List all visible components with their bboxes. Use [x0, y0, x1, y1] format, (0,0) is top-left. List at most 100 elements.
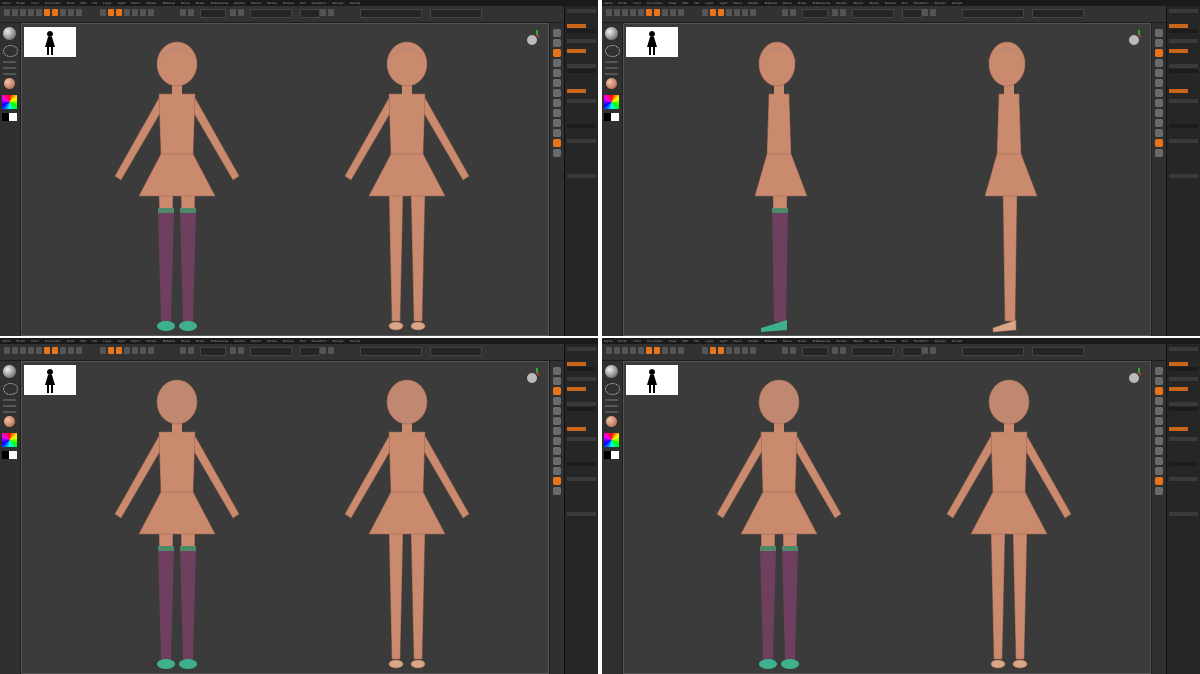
brush-sphere-icon[interactable] — [3, 27, 16, 40]
menu-item[interactable]: Light — [118, 339, 126, 343]
palette-row[interactable] — [1169, 367, 1198, 371]
palette-row[interactable] — [567, 582, 596, 586]
toolbar-button[interactable] — [60, 347, 66, 354]
palette-row[interactable] — [567, 79, 596, 83]
palette-row[interactable] — [1169, 129, 1198, 133]
palette-row[interactable] — [567, 269, 596, 273]
palette-row[interactable] — [567, 537, 596, 541]
palette-row[interactable] — [567, 497, 596, 501]
toolbar-button[interactable] — [124, 9, 130, 16]
toolbar-button[interactable] — [782, 347, 788, 354]
shelf-tool-icon[interactable] — [1155, 149, 1163, 157]
palette-row[interactable] — [567, 552, 596, 556]
menu-item[interactable]: File — [92, 339, 97, 343]
palette-row[interactable] — [567, 259, 596, 263]
toolbar-button[interactable] — [4, 347, 10, 354]
toolbar-button[interactable] — [28, 347, 34, 354]
menu-item[interactable]: Document — [45, 1, 61, 5]
palette-row[interactable] — [567, 254, 596, 258]
toolbar-button[interactable] — [654, 347, 660, 354]
shelf-tool-icon[interactable] — [553, 99, 561, 107]
toolbar-button[interactable] — [726, 347, 732, 354]
palette-row[interactable] — [1169, 417, 1198, 421]
palette-row[interactable] — [567, 129, 596, 133]
toolbar-button[interactable] — [180, 9, 186, 16]
palette-row[interactable] — [1169, 622, 1198, 626]
menu-item[interactable]: Tool — [300, 339, 306, 343]
palette-row[interactable] — [1169, 457, 1198, 461]
palette-row[interactable] — [1169, 239, 1198, 243]
palette-row[interactable] — [567, 284, 596, 288]
menu-item[interactable]: Transform — [312, 1, 327, 5]
palette-row[interactable] — [1169, 482, 1198, 486]
palette-row[interactable] — [567, 522, 596, 526]
toolbar-slider[interactable] — [1032, 347, 1084, 356]
palette-row[interactable] — [567, 64, 596, 68]
palette-row[interactable] — [1169, 437, 1198, 441]
menu-item[interactable]: Macro — [131, 1, 140, 5]
shelf-tool-icon[interactable] — [1155, 417, 1163, 425]
palette-row[interactable] — [1169, 194, 1198, 198]
palette-row[interactable] — [1169, 284, 1198, 288]
menu-item[interactable]: Transform — [914, 1, 929, 5]
toolbar-slider[interactable] — [250, 9, 292, 18]
toolbar-slider[interactable] — [962, 9, 1024, 18]
palette-row[interactable] — [567, 119, 596, 123]
menu-item[interactable]: Picker — [798, 1, 807, 5]
shelf-tool-icon[interactable] — [553, 129, 561, 137]
palette-row[interactable] — [1169, 527, 1198, 531]
toolbar-button[interactable] — [4, 9, 10, 16]
menu-item[interactable]: Transform — [914, 339, 929, 343]
toolbar-button[interactable] — [840, 347, 846, 354]
palette-row[interactable] — [1169, 204, 1198, 208]
menu-item[interactable]: Preferences — [211, 339, 229, 343]
shelf-tool-icon[interactable] — [1155, 99, 1163, 107]
palette-row[interactable] — [567, 397, 596, 401]
palette-row[interactable] — [1169, 14, 1198, 18]
toolbar-button[interactable] — [116, 9, 122, 16]
palette-row[interactable] — [567, 189, 596, 193]
stroke-dots-icon[interactable] — [605, 383, 620, 395]
palette-row[interactable] — [1169, 557, 1198, 561]
palette-row[interactable] — [567, 14, 596, 18]
palette-row[interactable] — [567, 169, 596, 173]
toolbar-button[interactable] — [124, 347, 130, 354]
toolbar-button[interactable] — [188, 347, 194, 354]
palette-row[interactable] — [567, 44, 596, 48]
palette-row[interactable] — [567, 607, 596, 611]
palette-row[interactable] — [567, 139, 596, 143]
toolbar-button[interactable] — [76, 9, 82, 16]
menu-item[interactable]: Preferences — [813, 339, 831, 343]
shelf-tool-icon[interactable] — [1155, 89, 1163, 97]
shelf-tool-icon[interactable] — [1155, 377, 1163, 385]
toolbar-button[interactable] — [734, 347, 740, 354]
palette-row[interactable] — [1169, 507, 1198, 511]
palette-row[interactable] — [1169, 497, 1198, 501]
stroke-dots-icon[interactable] — [3, 45, 18, 57]
palette-row[interactable] — [567, 557, 596, 561]
toolbar-button[interactable] — [100, 9, 106, 16]
menu-item[interactable]: Stencil — [251, 339, 261, 343]
toolbar-slider[interactable] — [430, 347, 482, 356]
shelf-tool-icon[interactable] — [553, 427, 561, 435]
palette-row[interactable] — [567, 164, 596, 168]
palette-row[interactable] — [1169, 279, 1198, 283]
toolbar-button[interactable] — [230, 9, 236, 16]
menu-item[interactable]: Color — [31, 339, 39, 343]
palette-row[interactable] — [567, 417, 596, 421]
palette-row[interactable] — [567, 402, 596, 406]
palette-row[interactable] — [1169, 244, 1198, 248]
palette-row[interactable] — [1169, 149, 1198, 153]
toolbar-button[interactable] — [930, 347, 936, 354]
menu-item[interactable]: Preferences — [813, 1, 831, 5]
palette-row[interactable] — [1169, 39, 1198, 43]
palette-row[interactable] — [567, 109, 596, 113]
menu-item[interactable]: Zscript — [350, 1, 360, 5]
menu-item[interactable]: Color — [633, 1, 641, 5]
menu-item[interactable]: Light — [720, 1, 728, 5]
toolbar-button[interactable] — [148, 347, 154, 354]
palette-row[interactable] — [1169, 309, 1198, 313]
shelf-tool-icon[interactable] — [1155, 139, 1163, 147]
palette-row[interactable] — [567, 362, 586, 366]
palette-row[interactable] — [567, 347, 596, 351]
